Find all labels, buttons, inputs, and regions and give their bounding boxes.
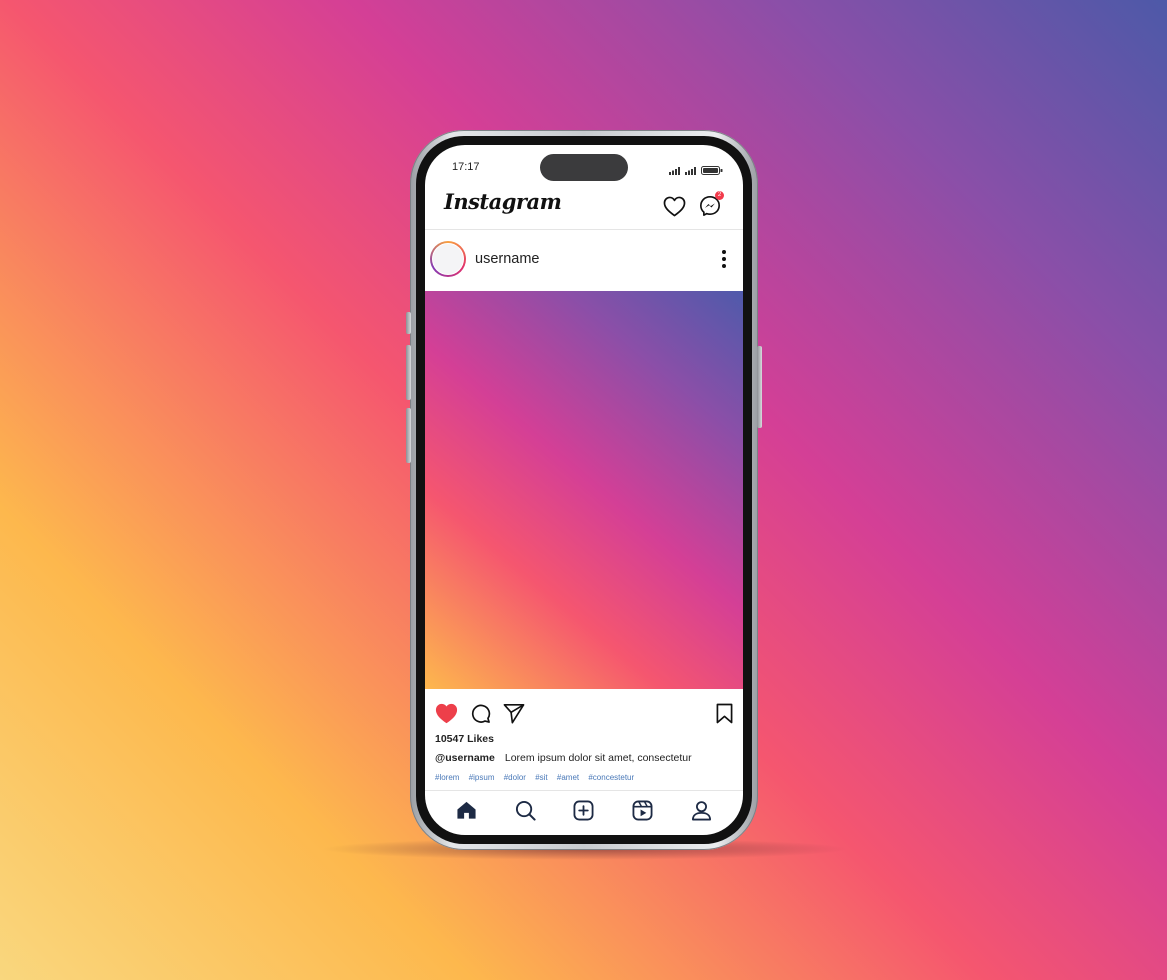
add-post-icon[interactable]	[573, 800, 594, 826]
phone-screen: 17:17 Instagram 2 username 10547 Likes @…	[425, 145, 743, 835]
signal-icon	[669, 162, 680, 180]
messenger-icon[interactable]: 2	[699, 191, 724, 217]
avatar[interactable]	[430, 241, 466, 277]
hashtag-list: #lorem #ipsum #dolor #sit #amet #concest…	[435, 773, 641, 782]
likes-count[interactable]: 10547 Likes	[435, 733, 494, 745]
power-button	[757, 346, 762, 428]
header-actions: 2	[663, 191, 724, 217]
caption-username[interactable]: @username	[435, 752, 495, 764]
phone-mockup: 17:17 Instagram 2 username 10547 Likes @…	[406, 130, 762, 850]
post-image[interactable]	[425, 291, 743, 689]
volume-down-button	[406, 408, 411, 463]
post-header: username	[425, 229, 743, 291]
bottom-nav	[425, 790, 743, 835]
bookmark-icon[interactable]	[716, 703, 733, 729]
avatar-photo	[432, 243, 464, 275]
reels-icon[interactable]	[632, 800, 653, 826]
hashtag-link[interactable]: #concestetur	[588, 773, 634, 782]
battery-icon	[701, 162, 723, 180]
mute-switch	[406, 312, 411, 334]
dynamic-island	[540, 154, 628, 181]
caption-text: Lorem ipsum dolor sit amet, consectetur	[504, 752, 692, 764]
activity-heart-icon[interactable]	[663, 196, 686, 217]
send-icon[interactable]	[503, 703, 525, 729]
post-caption: @username Lorem ipsum dolor sit amet, con…	[435, 752, 692, 764]
instagram-logo: Instagram	[444, 189, 562, 214]
home-icon[interactable]	[456, 800, 477, 825]
messenger-badge: 2	[715, 191, 724, 200]
hashtag-link[interactable]: #ipsum	[469, 773, 495, 782]
post-username[interactable]: username	[475, 251, 539, 267]
hashtag-link[interactable]: #sit	[535, 773, 547, 782]
search-icon[interactable]	[515, 800, 536, 826]
status-time: 17:17	[452, 161, 480, 173]
volume-up-button	[406, 345, 411, 400]
heart-filled-icon[interactable]	[435, 703, 458, 729]
hashtag-link[interactable]: #amet	[557, 773, 579, 782]
wifi-signal-icon	[685, 162, 696, 180]
profile-icon[interactable]	[691, 800, 712, 826]
hashtag-link[interactable]: #lorem	[435, 773, 459, 782]
comment-icon[interactable]	[470, 703, 491, 729]
status-icons	[669, 162, 723, 180]
post-actions	[425, 701, 743, 729]
hashtag-link[interactable]: #dolor	[504, 773, 526, 782]
more-vertical-icon[interactable]	[721, 249, 727, 269]
